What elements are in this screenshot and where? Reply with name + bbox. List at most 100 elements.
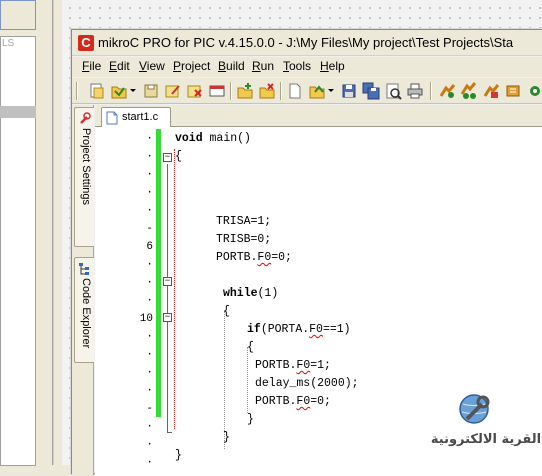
code-line: } bbox=[175, 449, 182, 462]
tab-start1-c[interactable]: start1.c bbox=[101, 107, 171, 127]
toolbar bbox=[72, 78, 542, 104]
project-window-icon[interactable] bbox=[208, 82, 226, 100]
line-marker: · bbox=[146, 295, 153, 307]
code-line: } bbox=[223, 431, 230, 444]
new-file-icon[interactable] bbox=[286, 82, 304, 100]
menu-tools[interactable]: Tools bbox=[283, 59, 311, 73]
fold-toggle-icon[interactable]: − bbox=[163, 153, 172, 162]
line-number: 6 bbox=[146, 241, 153, 253]
add-file-icon[interactable] bbox=[236, 82, 254, 100]
save-project-icon[interactable] bbox=[142, 82, 160, 100]
menu-project[interactable]: Project bbox=[173, 59, 210, 73]
tab-code-explorer-label: Code Explorer bbox=[80, 278, 92, 349]
title-bar[interactable]: C mikroC PRO for PIC v.4.15.0.0 - J:\My … bbox=[72, 30, 542, 56]
line-marker: · bbox=[146, 421, 153, 433]
app-icon[interactable]: C bbox=[78, 35, 94, 51]
toolbar-separator bbox=[430, 82, 432, 100]
line-marker: · bbox=[146, 259, 153, 271]
background-label: LS bbox=[2, 38, 15, 49]
code-line: } bbox=[247, 413, 254, 426]
line-number: 10 bbox=[139, 313, 153, 325]
fold-end bbox=[167, 432, 172, 433]
watermark: القرية الالكترونية bbox=[430, 392, 542, 452]
menu-file[interactable]: File bbox=[82, 59, 101, 73]
fold-toggle-icon[interactable]: − bbox=[163, 277, 172, 286]
tab-project-settings[interactable]: Project Settings bbox=[74, 107, 94, 247]
globe-tools-logo-icon bbox=[459, 394, 490, 424]
build-and-program-icon[interactable] bbox=[482, 82, 500, 100]
line-marker: · bbox=[146, 349, 153, 361]
fold-toggle-icon[interactable]: − bbox=[163, 313, 172, 322]
toolbar-grip[interactable] bbox=[76, 82, 78, 100]
code-line: while(1) bbox=[223, 287, 279, 300]
menu-run[interactable]: Run bbox=[252, 59, 274, 73]
fold-line bbox=[167, 164, 168, 432]
line-marker: · bbox=[146, 439, 153, 451]
close-project-icon[interactable] bbox=[186, 82, 204, 100]
line-marker: · bbox=[146, 367, 153, 379]
code-line: PORTB.F0=0; bbox=[216, 251, 292, 264]
new-project-icon[interactable] bbox=[88, 82, 106, 100]
line-marker: · bbox=[146, 457, 153, 469]
code-line: PORTB.F0=1; bbox=[255, 359, 331, 372]
toolbar-separator bbox=[280, 82, 282, 100]
build-icon[interactable] bbox=[438, 82, 456, 100]
program-icon[interactable] bbox=[504, 82, 522, 100]
code-line: { bbox=[175, 150, 182, 163]
code-line: delay_ms(2000); bbox=[255, 377, 359, 390]
line-marker: - bbox=[146, 403, 153, 415]
toolbar-separator bbox=[230, 82, 232, 100]
line-marker: · bbox=[146, 385, 153, 397]
print-icon[interactable] bbox=[406, 82, 424, 100]
options-icon[interactable] bbox=[526, 82, 542, 100]
line-marker: · bbox=[146, 331, 153, 343]
line-marker: - bbox=[146, 223, 153, 235]
menu-edit[interactable]: Edit bbox=[109, 59, 130, 73]
window-title: mikroC PRO for PIC v.4.15.0.0 - J:\My Fi… bbox=[98, 35, 514, 50]
save-all-icon[interactable] bbox=[362, 82, 380, 100]
code-line: TRISB=0; bbox=[216, 233, 272, 246]
background-panel-top bbox=[0, 0, 36, 30]
background-window: LS bbox=[0, 0, 62, 466]
open-project-icon[interactable] bbox=[110, 82, 128, 100]
line-marker: · bbox=[146, 205, 153, 217]
code-line: PORTB.F0=0; bbox=[255, 395, 331, 408]
tab-project-settings-label: Project Settings bbox=[80, 128, 92, 206]
code-line: void main() bbox=[175, 132, 251, 145]
open-file-icon[interactable] bbox=[308, 82, 326, 100]
code-line: { bbox=[247, 341, 254, 354]
save-as-icon[interactable] bbox=[384, 82, 402, 100]
build-all-icon[interactable] bbox=[460, 82, 478, 100]
tab-code-explorer[interactable]: Code Explorer bbox=[74, 257, 94, 363]
open-file-dropdown-icon[interactable] bbox=[328, 89, 334, 92]
open-project-dropdown-icon[interactable] bbox=[130, 89, 136, 92]
background-splitter bbox=[52, 0, 54, 465]
line-marker: · bbox=[146, 133, 153, 145]
menu-help[interactable]: Help bbox=[320, 59, 345, 73]
line-gutter: · · · · · - 6 · · · 10 · · · · - · · · bbox=[95, 127, 157, 476]
c-file-icon bbox=[106, 111, 118, 125]
code-line: { bbox=[223, 305, 230, 318]
editor-tab-strip: start1.c bbox=[95, 105, 542, 127]
save-file-icon[interactable] bbox=[340, 82, 358, 100]
background-selected-row bbox=[0, 106, 36, 118]
tab-label: start1.c bbox=[122, 111, 159, 123]
margin-line bbox=[174, 149, 175, 429]
code-line: if(PORTA.F0==1) bbox=[247, 323, 351, 336]
edit-project-icon[interactable] bbox=[164, 82, 182, 100]
remove-file-icon[interactable] bbox=[258, 82, 276, 100]
side-panel-tabs: Project Settings Code Explorer bbox=[72, 105, 94, 475]
wrench-icon bbox=[80, 112, 91, 124]
menu-build[interactable]: Build bbox=[218, 59, 245, 73]
line-marker: · bbox=[146, 277, 153, 289]
menu-view[interactable]: View bbox=[139, 59, 165, 73]
code-line: TRISA=1; bbox=[216, 215, 272, 228]
watermark-text: القرية الالكترونية bbox=[430, 432, 542, 447]
line-marker: · bbox=[146, 169, 153, 181]
tree-icon bbox=[79, 263, 89, 275]
background-panel bbox=[0, 36, 36, 466]
menu-bar: File Edit View Project Build Run Tools H… bbox=[72, 57, 542, 77]
modified-lines-bar bbox=[156, 129, 161, 417]
line-marker: · bbox=[146, 187, 153, 199]
line-marker: · bbox=[146, 151, 153, 163]
